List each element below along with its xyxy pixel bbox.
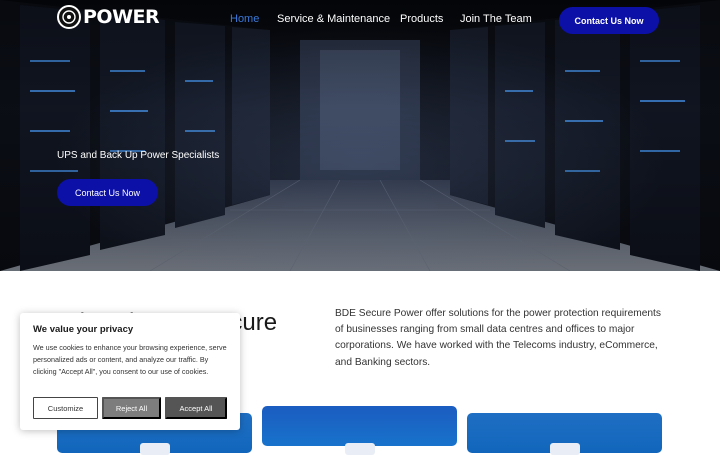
hero-section: POWER Home Service & Maintenance Product… [0, 0, 720, 271]
cookie-text: We use cookies to enhance your browsing … [33, 343, 227, 376]
feature-card[interactable] [262, 406, 457, 455]
cookie-reject-all-button[interactable]: Reject All [102, 397, 161, 419]
card-icon [549, 443, 580, 455]
nav-contact-button[interactable]: Contact Us Now [559, 7, 659, 34]
hero-overlay [0, 0, 720, 271]
cookie-consent-banner: We value your privacy We use cookies to … [20, 313, 240, 430]
site-logo[interactable]: POWER [57, 5, 160, 29]
hero-tagline: UPS and Back Up Power Specialists [57, 150, 220, 161]
logo-text: POWER [83, 6, 160, 28]
nav-link-service-maintenance[interactable]: Service & Maintenance [277, 13, 390, 25]
cookie-title: We value your privacy [33, 324, 134, 335]
top-navigation: POWER Home Service & Maintenance Product… [0, 0, 720, 40]
nav-link-join-the-team[interactable]: Join The Team [460, 13, 532, 25]
cookie-accept-all-button[interactable]: Accept All [165, 397, 227, 419]
card-icon [139, 443, 170, 455]
hero-contact-button[interactable]: Contact Us Now [57, 179, 158, 206]
card-icon [344, 443, 375, 455]
cookie-customize-button[interactable]: Customize [33, 397, 98, 419]
feature-card[interactable] [467, 413, 662, 455]
logo-emblem-icon [57, 5, 81, 29]
about-text: BDE Secure Power offer solutions for the… [335, 308, 661, 368]
nav-link-products[interactable]: Products [400, 13, 443, 25]
nav-link-home[interactable]: Home [230, 13, 259, 25]
cookie-button-group: Customize Reject All Accept All [33, 397, 227, 419]
